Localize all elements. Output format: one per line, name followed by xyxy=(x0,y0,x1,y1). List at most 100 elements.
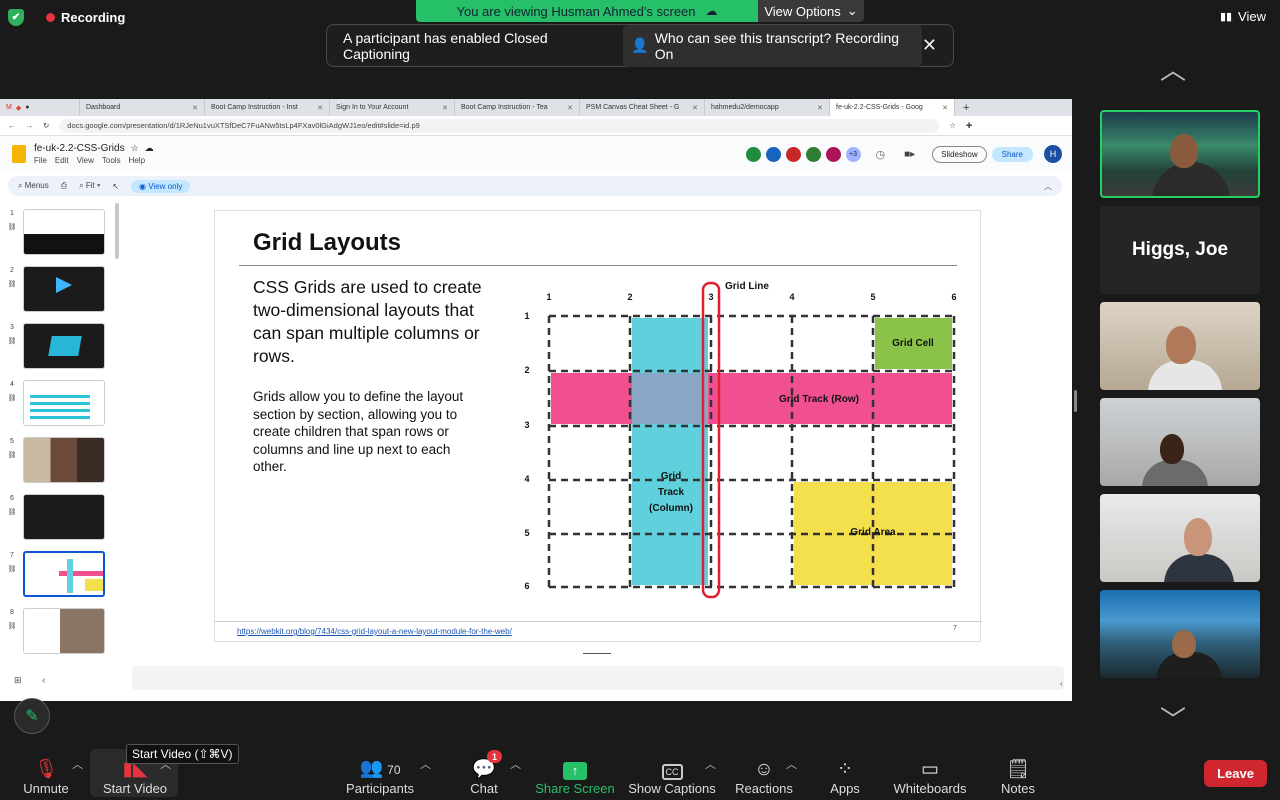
url-field[interactable]: docs.google.com/presentation/d/1RJeNu1vu… xyxy=(59,118,940,133)
participant-video xyxy=(1152,162,1230,196)
slide-thumb-3[interactable]: 3 ⛓ xyxy=(6,323,110,371)
view-options-button[interactable]: View Options ⌄ xyxy=(758,0,864,22)
grid-view-icon[interactable]: ⊞ xyxy=(14,675,22,686)
view-only-chip[interactable]: ◉ View only xyxy=(131,179,191,193)
close-tab-icon[interactable]: ✕ xyxy=(692,104,698,112)
slide-thumb-1[interactable]: 1 ⛓ xyxy=(6,209,110,257)
close-tab-icon[interactable]: ✕ xyxy=(817,104,823,112)
slide-thumb-2[interactable]: 2 ⛓ xyxy=(6,266,110,314)
slide-thumb-7-selected[interactable]: 7 ⛓ xyxy=(6,551,110,599)
participant-tile[interactable] xyxy=(1100,398,1260,486)
viewer-avatar[interactable] xyxy=(765,146,781,162)
select-cursor-icon[interactable]: ↖ xyxy=(112,182,119,191)
scroll-up-chevron-icon[interactable]: ︿ xyxy=(1160,50,1186,87)
notes-button[interactable]: 🗒 Notes xyxy=(998,752,1038,796)
reload-icon[interactable]: ↻ xyxy=(43,121,49,130)
captions-chevron-icon[interactable]: ︿ xyxy=(705,756,716,772)
back-icon[interactable]: ← xyxy=(8,121,16,130)
participants-button[interactable]: 👥 70 Participants xyxy=(342,752,418,796)
menu-view[interactable]: View xyxy=(77,156,94,165)
browser-tab[interactable]: PSM Canvas Cheat Sheet - G ✕ xyxy=(580,99,705,116)
print-icon[interactable]: ⎙ xyxy=(61,181,67,191)
apps-button[interactable]: ⁘ Apps xyxy=(826,752,864,796)
participants-chevron-icon[interactable]: ︿ xyxy=(420,756,431,772)
browser-tab[interactable]: Sign In to Your Account ✕ xyxy=(330,99,455,116)
search-menus[interactable]: ⌕ Menus xyxy=(18,181,49,191)
forward-icon[interactable]: → xyxy=(26,121,34,130)
share-button[interactable]: Share xyxy=(991,146,1033,162)
zoom-select[interactable]: ⌕ Fit ▾ xyxy=(79,181,100,191)
speaker-notes-area[interactable] xyxy=(132,666,1064,690)
unmute-button[interactable]: 🎙 Unmute xyxy=(20,752,72,796)
participant-tile[interactable] xyxy=(1100,494,1260,582)
history-icon[interactable]: ◷ xyxy=(876,148,886,161)
collapse-chevron-icon[interactable]: ︿ xyxy=(1044,181,1052,192)
annotate-pencil-button[interactable]: ✎ xyxy=(14,698,50,734)
collapse-filmstrip-icon[interactable]: ‹ xyxy=(42,675,45,686)
thumbnail xyxy=(23,380,105,426)
pinned-tabs[interactable]: M ◆ ● xyxy=(0,99,80,116)
star-icon[interactable]: ☆ xyxy=(949,121,956,130)
view-button[interactable]: ▮▮ View xyxy=(1220,9,1266,24)
participant-tile[interactable] xyxy=(1100,302,1260,390)
participant-tile[interactable]: Higgs, Joe xyxy=(1100,206,1260,294)
view-only-label: View only xyxy=(148,181,183,191)
zoom-icon: ⌕ xyxy=(79,181,86,190)
slide-thumb-8[interactable]: 8 ⛓ xyxy=(6,608,110,656)
col-number: 5 xyxy=(870,292,875,302)
close-tab-icon[interactable]: ✕ xyxy=(192,104,198,112)
reactions-button[interactable]: ☺ Reactions xyxy=(734,752,794,796)
browser-tab[interactable]: Dashboard ✕ xyxy=(80,99,205,116)
slide-thumb-6[interactable]: 6 ⛓ xyxy=(6,494,110,542)
slide-thumb-5[interactable]: 5 ⛓ xyxy=(6,437,110,485)
audio-options-chevron-icon[interactable]: ︿ xyxy=(72,756,83,772)
show-captions-button[interactable]: CC Show Captions xyxy=(628,752,716,796)
share-screen-button[interactable]: ↑ Share Screen xyxy=(534,752,616,796)
browser-tab[interactable]: Boot Camp Instruction - Inst ✕ xyxy=(205,99,330,116)
filmstrip-scrollbar[interactable] xyxy=(115,203,119,259)
menu-edit[interactable]: Edit xyxy=(55,156,69,165)
browser-tab[interactable]: Boot Camp Instruction - Tea ✕ xyxy=(455,99,580,116)
document-title[interactable]: fe-uk-2.2-CSS-Grids xyxy=(34,143,125,154)
close-tab-icon[interactable]: ✕ xyxy=(942,104,948,112)
source-link[interactable]: https://webkit.org/blog/7434/css-grid-la… xyxy=(237,627,512,636)
docs-header: fe-uk-2.2-CSS-Grids ☆ ☁ File Edit View T… xyxy=(0,136,1072,172)
recording-indicator[interactable]: ✔ Recording xyxy=(8,8,125,26)
slides-logo-icon[interactable] xyxy=(12,145,26,163)
link-icon: ⛓ xyxy=(7,224,17,231)
account-avatar[interactable]: H xyxy=(1044,145,1062,163)
slide-thumb-4[interactable]: 4 ⛓ xyxy=(6,380,110,428)
leave-button[interactable]: Leave xyxy=(1204,760,1267,787)
viewer-avatar[interactable] xyxy=(805,146,821,162)
security-shield-icon[interactable]: ✔ xyxy=(8,8,24,26)
panel-resize-handle[interactable] xyxy=(1074,390,1077,412)
participant-tile-active-speaker[interactable] xyxy=(1100,110,1260,198)
whiteboards-button[interactable]: ▭ Whiteboards xyxy=(892,752,968,796)
extra-viewers-badge[interactable]: +3 xyxy=(845,146,861,162)
chat-chevron-icon[interactable]: ︿ xyxy=(510,756,521,772)
cloud-status-icon[interactable]: ☁ xyxy=(145,143,154,154)
meet-camera-icon[interactable]: ■▸ xyxy=(904,149,915,160)
browser-tab[interactable]: hahmedu2/democapp ✕ xyxy=(705,99,830,116)
viewer-avatar[interactable] xyxy=(785,146,801,162)
viewer-avatar[interactable] xyxy=(825,146,841,162)
viewer-avatar[interactable] xyxy=(745,146,761,162)
speaker-notes-handle[interactable] xyxy=(583,653,611,654)
collapse-notes-icon[interactable]: ‹ xyxy=(1060,679,1063,688)
extensions-icon[interactable]: ✚ xyxy=(966,121,972,130)
scroll-down-chevron-icon[interactable]: ﹀ xyxy=(1160,700,1186,737)
close-tab-icon[interactable]: ✕ xyxy=(567,104,573,112)
star-icon[interactable]: ☆ xyxy=(131,143,139,154)
close-icon[interactable]: ✕ xyxy=(922,35,937,56)
browser-tab-active[interactable]: fe-uk-2.2-CSS-Grids - Goog ✕ xyxy=(830,99,955,116)
transcript-visibility-button[interactable]: 👤 Who can see this transcript? Recording… xyxy=(623,24,922,67)
close-tab-icon[interactable]: ✕ xyxy=(442,104,448,112)
participant-tile[interactable] xyxy=(1100,590,1260,678)
menu-help[interactable]: Help xyxy=(129,156,145,165)
reactions-chevron-icon[interactable]: ︿ xyxy=(786,756,797,772)
menu-file[interactable]: File xyxy=(34,156,47,165)
menu-tools[interactable]: Tools xyxy=(102,156,121,165)
new-tab-icon[interactable]: + xyxy=(955,102,977,114)
close-tab-icon[interactable]: ✕ xyxy=(317,104,323,112)
slideshow-button[interactable]: Slideshow xyxy=(932,145,987,163)
